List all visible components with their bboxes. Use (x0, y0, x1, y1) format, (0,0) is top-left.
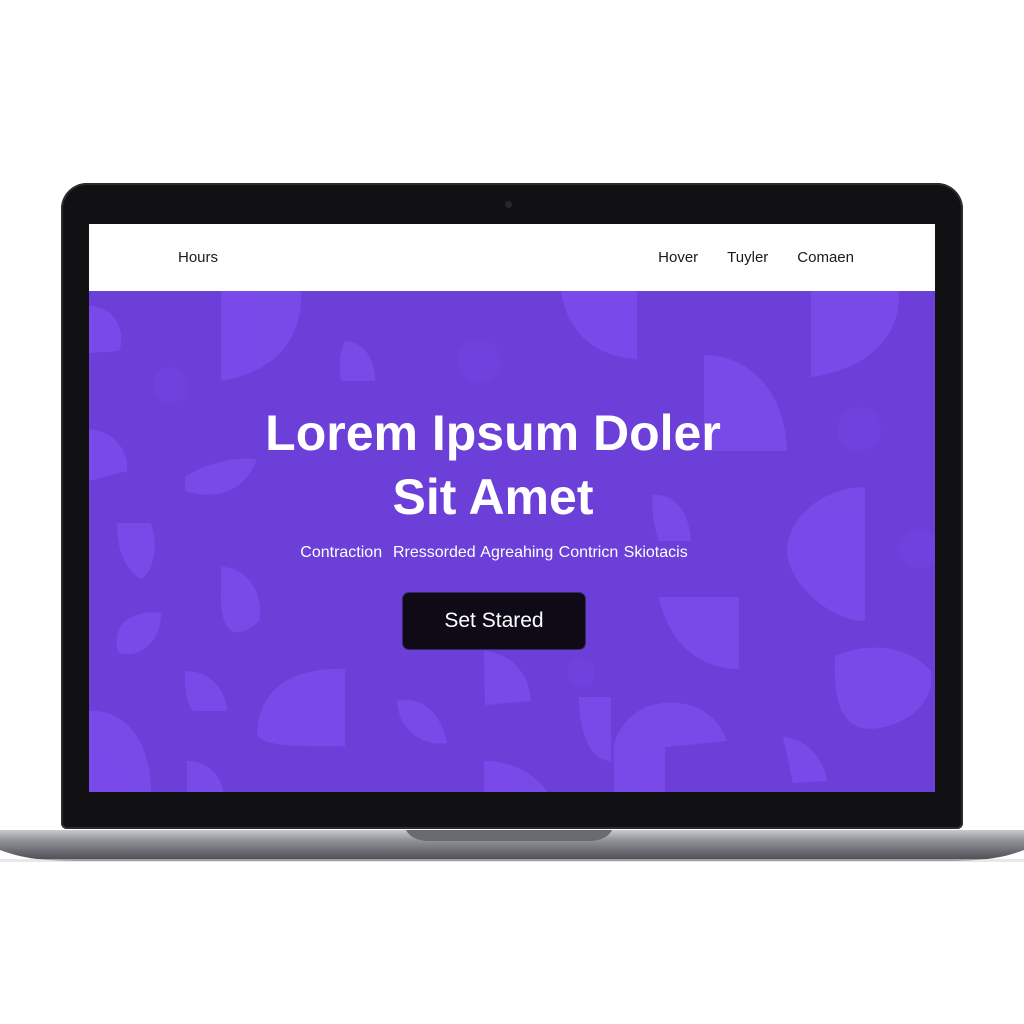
hero-background-pattern (89, 291, 935, 792)
laptop-screen: Hours Hover Tuyler Comaen Lorem Ipsum Do… (89, 224, 935, 792)
nav-links: Hover Tuyler Comaen (658, 249, 854, 266)
hero-section: Lorem Ipsum Doler Sit Amet Contraction R… (89, 291, 935, 792)
top-navigation: Hours Hover Tuyler Comaen (89, 224, 935, 291)
laptop-base (0, 830, 1024, 862)
nav-link-tuyler[interactable]: Tuyler (727, 249, 768, 266)
hero-title-line-1: Lorem Ipsum Doler (265, 405, 721, 461)
hero-subtitle-part-1: Contraction (300, 544, 383, 561)
webcam (505, 201, 512, 208)
nav-link-hover[interactable]: Hover (658, 249, 698, 266)
hero-subtitle-part-2: Rressorded Agreahing Contricn Skiotacis (393, 544, 688, 561)
laptop-mockup-scene: Hours Hover Tuyler Comaen Lorem Ipsum Do… (0, 0, 1024, 1024)
hero-subtitle: Contraction Rressorded Agreahing Contric… (89, 543, 899, 563)
hero-title: Lorem Ipsum Doler Sit Amet (89, 401, 897, 529)
nav-brand-link[interactable]: Hours (178, 249, 218, 266)
hero-title-line-2: Sit Amet (392, 469, 594, 525)
get-started-button[interactable]: Set Stared (402, 592, 586, 650)
nav-link-comaen[interactable]: Comaen (797, 249, 854, 266)
